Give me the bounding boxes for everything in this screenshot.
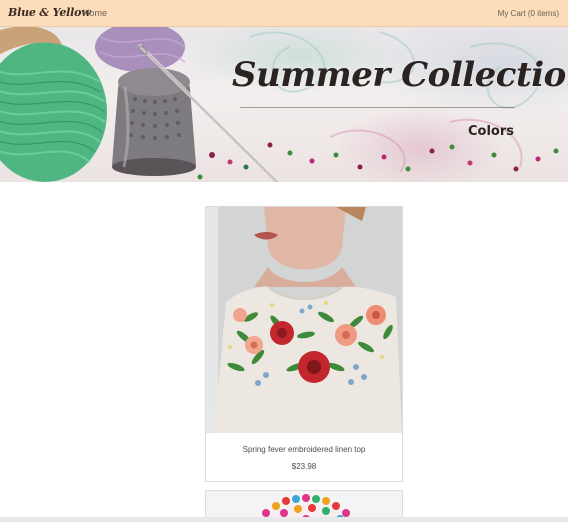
hero-background-image: [0, 27, 559, 182]
hero-subtitle: Colors: [468, 124, 515, 139]
hero-banner: Summer Collection Colors: [0, 27, 568, 182]
product-card[interactable]: Spring fever embroidered linen top $23.9…: [205, 206, 403, 482]
brand-logo-link[interactable]: Blue & Yellow: [8, 6, 91, 19]
product-name[interactable]: Spring fever embroidered linen top: [206, 445, 402, 454]
nav-cart-link[interactable]: My Cart (0 items): [498, 9, 559, 18]
nav-home-link[interactable]: Home: [83, 8, 107, 18]
hero-divider: [240, 107, 515, 108]
product-image[interactable]: [206, 207, 402, 433]
horizontal-scrollbar[interactable]: [0, 517, 568, 522]
hero-title: Summer Collection: [232, 55, 568, 95]
page: Blue & Yellow Home My Cart (0 items) Sum…: [0, 0, 568, 522]
product-price: $23.98: [291, 462, 317, 471]
top-navbar: Blue & Yellow Home My Cart (0 items): [0, 0, 568, 27]
